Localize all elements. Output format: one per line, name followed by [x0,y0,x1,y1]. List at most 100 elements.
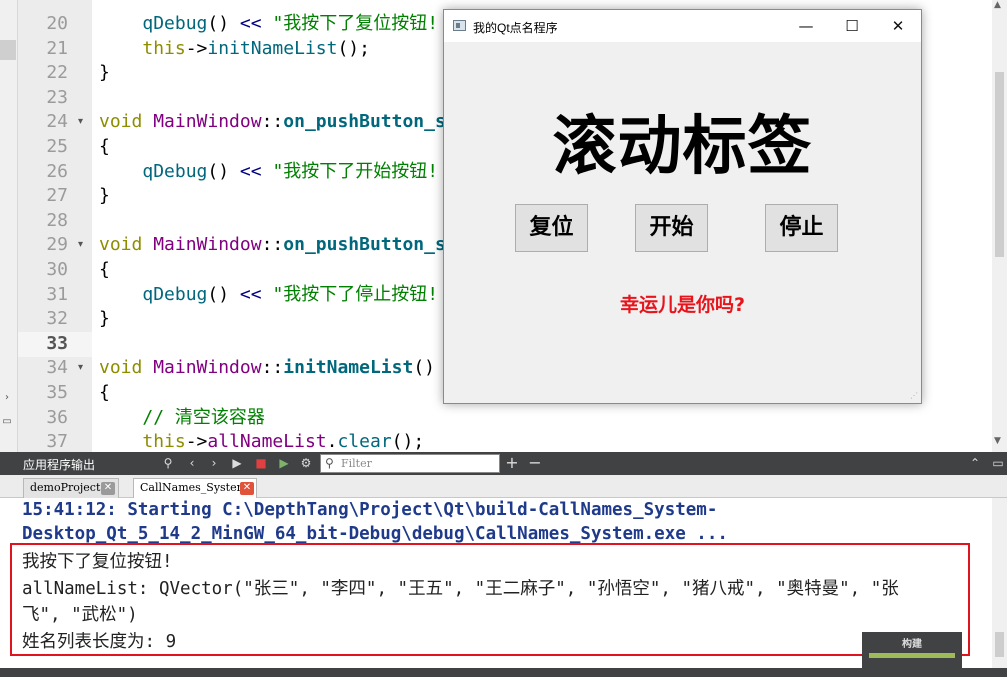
start-button[interactable]: 开始 [635,204,708,252]
app-window-title: 我的Qt点名程序 [473,21,558,35]
tab-label: CallNames_System [140,481,248,494]
prev-icon[interactable]: ‹ [184,455,200,471]
code-line: qDebug() << "我按下了开始按钮! [99,160,438,185]
code-token: :: [261,234,284,256]
attach-icon[interactable]: ⚲ [160,455,176,471]
search-icon: ⚲ [325,456,334,470]
stop-icon[interactable]: ■ [253,455,269,471]
plus-icon[interactable]: + [504,455,520,471]
tab-demoproject[interactable]: demoProject ✕ [23,478,119,498]
minus-icon[interactable]: − [527,455,543,471]
code-token: -> [185,37,208,59]
fold-icon[interactable]: ▾ [78,239,83,250]
maximize-button[interactable]: ☐ [829,10,875,42]
highlight-box [10,543,970,656]
scroll-down-icon[interactable]: ▼ [994,436,1001,446]
code-line: void MainWindow::on_pushButton_s [99,110,446,135]
output-pane-title: 应用程序输出 [23,458,96,472]
line-number: 27 [46,185,68,207]
output-pane-toolbar: 应用程序输出 ⚲ ‹ › ▶ ■ ▶ ⚙ ⚲ Filter + − ⌃ ▭ [0,452,1007,475]
code-token: void [99,234,143,256]
minimize-button[interactable]: — [783,10,829,42]
line-number: 21 [46,37,68,59]
side-tab-indicator[interactable] [0,40,16,60]
editor-scrollbar[interactable]: ▲ ▼ [992,0,1007,452]
code-token: } [99,185,110,207]
editor-side-strip: › ▭ [0,0,18,452]
line-number: 23 [46,86,68,108]
fold-icon[interactable]: ▾ [78,116,83,127]
line-number: 36 [46,406,68,428]
code-token: () [207,283,240,305]
code-token: } [99,62,110,84]
code-token: this [142,431,186,452]
line-number: 26 [46,160,68,182]
code-token: -> [185,431,208,452]
app-window[interactable]: 我的Qt点名程序 — ☐ ✕ 滚动标签 复位 开始 停止 幸运儿是你吗? ⋰ [443,9,922,404]
scroll-up-icon[interactable]: ▲ [994,0,1001,10]
scrollbar-thumb[interactable] [995,632,1004,657]
start-line-2: Desktop_Qt_5_14_2_MinGW_64_bit-Debug\deb… [22,524,728,544]
scrollbar-thumb[interactable] [995,72,1004,257]
output-tabs: demoProject ✕ CallNames_System ✕ [0,475,1007,498]
line-number: 25 [46,136,68,157]
code-line: } [99,307,110,332]
next-icon[interactable]: › [206,455,222,471]
line-number: 34 [46,357,68,379]
gear-icon[interactable]: ⚙ [298,455,314,471]
line-number: 20 [46,13,68,34]
panel-icon[interactable]: ▭ [0,416,14,430]
run-icon[interactable]: ▶ [229,455,245,471]
code-token: qDebug [142,13,208,34]
code-line: qDebug() << "我按下了复位按钮! [99,12,438,37]
app-titlebar[interactable]: 我的Qt点名程序 — ☐ ✕ [444,10,921,42]
build-progress[interactable]: 构建 [862,632,962,668]
close-button[interactable]: ✕ [875,10,921,42]
code-token: () [207,13,240,34]
output-scrollbar[interactable] [992,498,1007,668]
line-number: 33 [46,332,68,354]
code-line: void MainWindow::initNameList() [99,356,435,381]
chevron-right-icon[interactable]: › [0,392,14,406]
fold-icon[interactable]: ▾ [78,362,83,373]
stop-button[interactable]: 停止 [765,204,838,252]
code-token: initNameList [283,357,414,379]
tab-callnames-system[interactable]: CallNames_System ✕ [133,478,257,498]
app-window-icon [453,20,466,31]
debug-run-icon[interactable]: ▶ [276,455,292,471]
tab-close-icon[interactable]: ✕ [101,482,115,495]
code-token: "我按下了开始按钮! [272,160,439,182]
code-line: this->allNameList.clear(); [99,430,424,452]
code-token: :: [261,357,284,379]
code-line: this->initNameList(); [99,37,370,62]
code-token: allNameList [207,431,327,452]
reset-button[interactable]: 复位 [515,204,588,252]
filter-input[interactable]: ⚲ Filter [320,454,500,473]
maximize-icon: ☐ [845,17,859,35]
code-token: qDebug [142,283,208,305]
code-token: () [207,160,240,182]
code-token: // 清空该容器 [142,406,265,428]
line-number: 22 [46,62,68,84]
panel-toggle-icon[interactable]: ▭ [990,455,1006,471]
code-token: (); [391,431,425,452]
resize-grip-icon[interactable]: ⋰ [910,391,918,400]
code-token: { [99,382,110,403]
code-line: { [99,381,110,406]
filter-placeholder: Filter [341,457,372,470]
code-token: on_pushButton_s [283,234,446,256]
code-token: (); [337,37,370,59]
chevron-up-icon[interactable]: ⌃ [967,455,983,471]
tab-close-icon[interactable]: ✕ [240,482,254,495]
build-label: 构建 [902,639,922,650]
code-line: { [99,135,110,160]
code-token: on_pushButton_s [283,111,446,133]
